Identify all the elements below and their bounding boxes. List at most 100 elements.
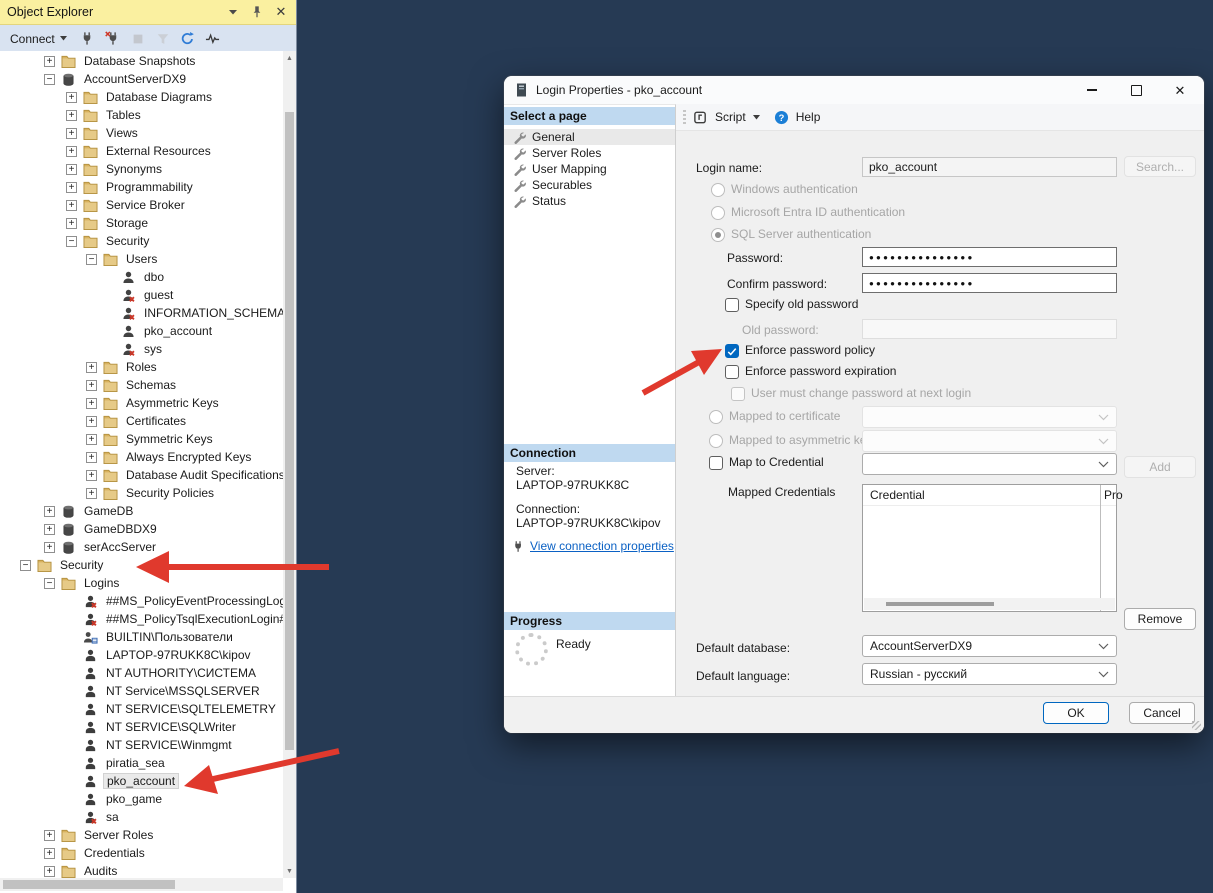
collapse-minus-icon[interactable]: − [86, 254, 97, 265]
pin-icon[interactable] [249, 4, 265, 20]
expand-plus-icon[interactable]: + [66, 164, 77, 175]
tree-item-roles[interactable]: +Roles [0, 358, 283, 376]
grid-horizontal-scrollbar[interactable] [864, 598, 1115, 610]
tree-item-dbo[interactable]: dbo [0, 268, 283, 286]
minimize-button[interactable] [1070, 76, 1114, 104]
expand-plus-icon[interactable]: + [86, 434, 97, 445]
tree-item-guest[interactable]: guest [0, 286, 283, 304]
expand-plus-icon[interactable]: + [44, 866, 55, 877]
entra-auth-radio[interactable] [711, 206, 725, 220]
tree-item-nt-service-mssqlserver[interactable]: NT Service\MSSQLSERVER [0, 682, 283, 700]
activity-monitor-icon[interactable] [205, 31, 221, 47]
mapped-certificate-radio[interactable] [709, 410, 723, 424]
script-button[interactable]: Script [715, 110, 746, 124]
windows-auth-radio[interactable] [711, 183, 725, 197]
disconnect-plug-icon[interactable] [105, 31, 121, 47]
close-icon[interactable]: ✕ [273, 4, 289, 20]
confirm-password-input[interactable]: ●●●●●●●●●●●●●●● [862, 273, 1117, 293]
tree-item-seraccserver[interactable]: +serAccServer [0, 538, 283, 556]
tree-item-database-audit-specifications[interactable]: +Database Audit Specifications [0, 466, 283, 484]
refresh-icon[interactable] [180, 31, 196, 47]
expand-plus-icon[interactable]: + [44, 524, 55, 535]
object-explorer-titlebar[interactable]: Object Explorer ✕ [0, 0, 296, 25]
expand-plus-icon[interactable]: + [86, 416, 97, 427]
tree-item-accountserverdx9[interactable]: −AccountServerDX9 [0, 70, 283, 88]
vertical-scroll-thumb[interactable] [285, 112, 294, 750]
window-position-chevron-icon[interactable] [225, 4, 241, 20]
page-item-server-roles[interactable]: Server Roles [504, 145, 675, 161]
help-button[interactable]: Help [796, 110, 821, 124]
tree-item-users[interactable]: −Users [0, 250, 283, 268]
tree-item-gamedb[interactable]: +GameDB [0, 502, 283, 520]
connect-plug-icon[interactable] [80, 31, 96, 47]
tree-item-logins[interactable]: −Logins [0, 574, 283, 592]
dialog-titlebar[interactable]: Login Properties - pko_account ✕ [504, 76, 1204, 104]
scroll-down-icon[interactable]: ▼ [283, 864, 296, 878]
tree-item-security[interactable]: −Security [0, 556, 283, 574]
collapse-minus-icon[interactable]: − [66, 236, 77, 247]
search-button[interactable]: Search... [1124, 156, 1196, 177]
expand-plus-icon[interactable]: + [86, 380, 97, 391]
tree-item-laptop-97rukk8c-kipov[interactable]: LAPTOP-97RUKK8C\kipov [0, 646, 283, 664]
page-item-user-mapping[interactable]: User Mapping [504, 161, 675, 177]
cancel-button[interactable]: Cancel [1129, 702, 1195, 724]
expand-plus-icon[interactable]: + [66, 146, 77, 157]
expand-plus-icon[interactable]: + [66, 218, 77, 229]
tree-item-piratia-sea[interactable]: piratia_sea [0, 754, 283, 772]
mapped-credentials-grid[interactable]: Credential Pro [862, 484, 1117, 612]
close-button[interactable]: ✕ [1158, 76, 1202, 104]
expand-plus-icon[interactable]: + [66, 128, 77, 139]
map-to-credential-combo[interactable] [862, 453, 1117, 475]
expand-plus-icon[interactable]: + [66, 110, 77, 121]
tree-item-pko-account[interactable]: pko_account [0, 322, 283, 340]
specify-old-password-checkbox[interactable] [725, 298, 739, 312]
expand-plus-icon[interactable]: + [86, 488, 97, 499]
tree-item-programmability[interactable]: +Programmability [0, 178, 283, 196]
tree-item-builtin[interactable]: BUILTIN\Пользователи [0, 628, 283, 646]
password-input[interactable]: ●●●●●●●●●●●●●●● [862, 247, 1117, 267]
expand-plus-icon[interactable]: + [66, 200, 77, 211]
tree-item-audits[interactable]: +Audits [0, 862, 283, 878]
expand-plus-icon[interactable]: + [86, 452, 97, 463]
tree-item-storage[interactable]: +Storage [0, 214, 283, 232]
tree-item-database-snapshots[interactable]: +Database Snapshots [0, 52, 283, 70]
expand-plus-icon[interactable]: + [44, 830, 55, 841]
expand-plus-icon[interactable]: + [86, 398, 97, 409]
tree-item-sa[interactable]: sa [0, 808, 283, 826]
tree-item-symmetric-keys[interactable]: +Symmetric Keys [0, 430, 283, 448]
chevron-down-icon[interactable] [753, 115, 761, 120]
tree-item-gamedbdx9[interactable]: +GameDBDX9 [0, 520, 283, 538]
maximize-button[interactable] [1114, 76, 1158, 104]
expand-plus-icon[interactable]: + [86, 470, 97, 481]
tree-item-service-broker[interactable]: +Service Broker [0, 196, 283, 214]
tree-item-certificates[interactable]: +Certificates [0, 412, 283, 430]
expand-plus-icon[interactable]: + [44, 542, 55, 553]
tree-item-synonyms[interactable]: +Synonyms [0, 160, 283, 178]
view-connection-properties-link[interactable]: View connection properties [530, 539, 674, 553]
add-button[interactable]: Add [1124, 456, 1196, 478]
expand-plus-icon[interactable]: + [44, 56, 55, 67]
tree-item-external-resources[interactable]: +External Resources [0, 142, 283, 160]
tree-item-nt-service-winmgmt[interactable]: NT SERVICE\Winmgmt [0, 736, 283, 754]
page-item-status[interactable]: Status [504, 193, 675, 209]
tree-item-sys[interactable]: sys [0, 340, 283, 358]
map-to-credential-checkbox[interactable] [709, 456, 723, 470]
tree-item-views[interactable]: +Views [0, 124, 283, 142]
tree-item-asymmetric-keys[interactable]: +Asymmetric Keys [0, 394, 283, 412]
tree-item-schemas[interactable]: +Schemas [0, 376, 283, 394]
tree-item-information-schema[interactable]: INFORMATION_SCHEMA [0, 304, 283, 322]
default-database-combo[interactable]: AccountServerDX9 [862, 635, 1117, 657]
horizontal-scroll-thumb[interactable] [3, 880, 175, 889]
collapse-minus-icon[interactable]: − [44, 74, 55, 85]
filter-icon[interactable] [155, 31, 171, 47]
expand-plus-icon[interactable]: + [44, 848, 55, 859]
ok-button[interactable]: OK [1043, 702, 1109, 724]
tree-item-security[interactable]: −Security [0, 232, 283, 250]
collapse-minus-icon[interactable]: − [44, 578, 55, 589]
expand-plus-icon[interactable]: + [86, 362, 97, 373]
tree-item-pko-game[interactable]: pko_game [0, 790, 283, 808]
enforce-password-expiration-checkbox[interactable] [725, 365, 739, 379]
sql-auth-radio[interactable] [711, 228, 725, 242]
tree-vertical-scrollbar[interactable]: ▲ ▼ [283, 51, 296, 878]
tree-item-tables[interactable]: +Tables [0, 106, 283, 124]
